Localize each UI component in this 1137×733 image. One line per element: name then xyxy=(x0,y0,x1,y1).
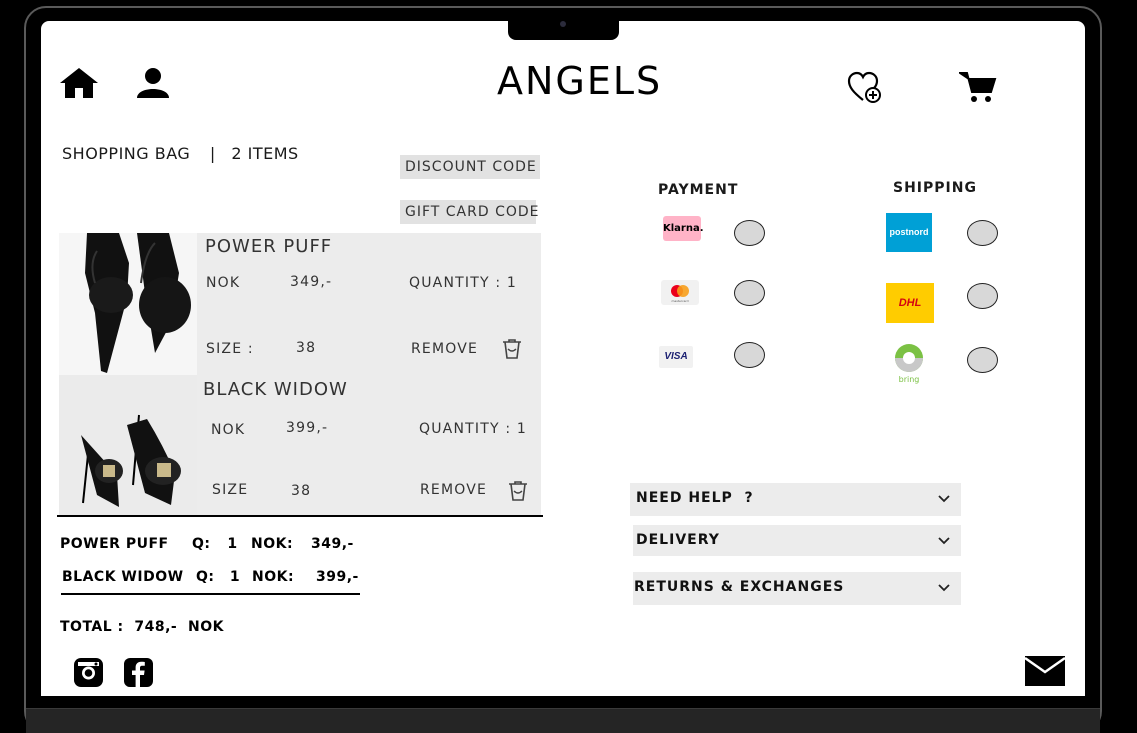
chevron-down-icon xyxy=(938,537,950,545)
dhl-logo[interactable]: DHL xyxy=(886,283,934,323)
visa-logo[interactable]: VISA xyxy=(659,346,693,368)
accordion-delivery[interactable]: DELIVERY xyxy=(633,525,961,556)
item-1-price: 349,- xyxy=(290,274,333,290)
item-1-size: 38 xyxy=(296,340,317,356)
bring-logo[interactable]: bring xyxy=(889,343,929,385)
mail-icon[interactable] xyxy=(1025,656,1065,686)
accordion-returns[interactable]: RETURNS & EXCHANGES xyxy=(633,572,961,605)
accordion-label: NEED HELP ? xyxy=(636,490,754,506)
laptop-base xyxy=(26,708,1100,733)
gift-card-code-button[interactable]: GIFT CARD CODE xyxy=(400,200,539,224)
bag-title: SHOPPING BAG | 2 ITEMS xyxy=(62,144,299,163)
mastercard-name: mastercard xyxy=(671,299,688,303)
summary-q-label: Q: xyxy=(196,569,215,585)
bag-title-label: SHOPPING BAG xyxy=(62,144,191,163)
shipping-title: SHIPPING xyxy=(893,180,977,196)
chevron-down-icon xyxy=(938,495,950,503)
screen: ANGELS SHOPPING BAG | 2 ITEMS DISCOUNT C… xyxy=(41,21,1085,696)
payment-title: PAYMENT xyxy=(658,182,739,198)
summary-price: 399,- xyxy=(316,569,359,585)
home-icon[interactable] xyxy=(59,67,99,99)
cart-icon[interactable] xyxy=(959,70,997,104)
shipping-radio-dhl[interactable] xyxy=(967,283,998,309)
item-2-currency: NOK xyxy=(211,422,246,438)
item-1-name[interactable]: POWER PUFF xyxy=(205,236,332,257)
item-1-size-label: SIZE : xyxy=(206,341,254,357)
summary-q: 1 xyxy=(229,569,241,585)
accordion-need-help[interactable]: NEED HELP ? xyxy=(630,483,961,516)
bring-name: bring xyxy=(899,375,920,384)
item-2-price: 399,- xyxy=(286,420,329,436)
shipping-radio-bring[interactable] xyxy=(967,347,998,373)
klarna-logo[interactable]: Klarna. xyxy=(663,216,704,241)
item-2-size-label: SIZE xyxy=(212,482,249,498)
instagram-icon[interactable] xyxy=(74,658,103,687)
summary-item-name: BLACK WIDOW xyxy=(62,569,184,585)
payment-radio-klarna[interactable] xyxy=(734,220,765,246)
summary-price: 349,- xyxy=(311,536,354,552)
wishlist-add-icon[interactable] xyxy=(847,70,883,104)
accordion-label: DELIVERY xyxy=(636,532,720,548)
chevron-down-icon xyxy=(938,584,950,592)
summary-q-label: Q: xyxy=(192,536,211,552)
bag-count: 2 ITEMS xyxy=(231,144,299,163)
trash-icon[interactable] xyxy=(507,481,529,501)
summary-row: BLACK WIDOW Q: 1 NOK: 399,- xyxy=(62,569,359,585)
summary-currency: NOK: xyxy=(252,569,295,585)
item-1-currency: NOK xyxy=(206,275,241,291)
summary-item-name: POWER PUFF xyxy=(60,536,169,552)
summary-q: 1 xyxy=(227,536,238,552)
summary-row: POWER PUFF Q: 1 NOK: 349,- xyxy=(60,536,354,552)
brand-title[interactable]: ANGELS xyxy=(497,59,660,103)
trash-icon[interactable] xyxy=(501,339,523,359)
summary-currency: NOK: xyxy=(251,536,294,552)
payment-radio-visa[interactable] xyxy=(734,342,765,368)
bag-separator: | xyxy=(209,144,216,163)
items-divider xyxy=(57,515,543,517)
accordion-label: RETURNS & EXCHANGES xyxy=(634,579,845,595)
camera-icon xyxy=(560,21,566,27)
user-icon[interactable] xyxy=(135,67,171,99)
mastercard-logo[interactable]: mastercard xyxy=(661,280,699,305)
discount-code-button[interactable]: DISCOUNT CODE xyxy=(400,155,540,179)
item-2-remove-button[interactable]: REMOVE xyxy=(420,482,487,498)
product-image-black-widow[interactable] xyxy=(59,375,197,516)
camera-notch xyxy=(508,12,619,40)
item-2-size: 38 xyxy=(291,483,312,499)
shipping-radio-postnord[interactable] xyxy=(967,220,998,246)
facebook-icon[interactable] xyxy=(124,658,153,687)
order-total: TOTAL : 748,- NOK xyxy=(60,619,224,635)
item-1-quantity[interactable]: QUANTITY : 1 xyxy=(409,275,517,291)
payment-radio-mastercard[interactable] xyxy=(734,280,765,306)
item-2-name[interactable]: BLACK WIDOW xyxy=(203,379,348,400)
summary-divider xyxy=(61,593,360,595)
item-1-remove-button[interactable]: REMOVE xyxy=(411,341,478,357)
product-image-power-puff[interactable] xyxy=(59,233,197,375)
item-2-quantity[interactable]: QUANTITY : 1 xyxy=(419,421,527,437)
postnord-logo[interactable]: postnord xyxy=(886,213,932,252)
